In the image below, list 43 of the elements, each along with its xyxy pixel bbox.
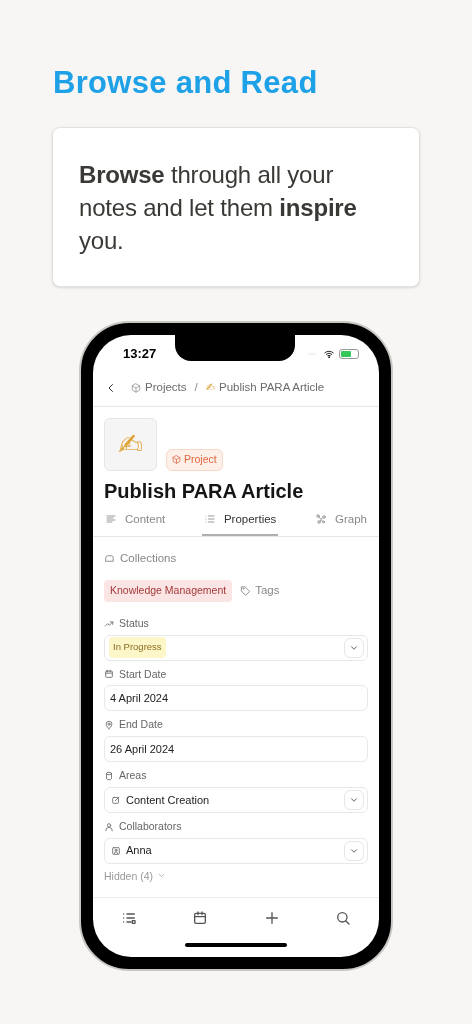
property-label: Start Date [119,666,167,682]
wifi-icon [323,348,335,359]
property-label: Collections [120,550,177,566]
select-field[interactable]: Content Creation [104,786,368,813]
tab[interactable]: Graph [313,508,369,536]
contact-icon [111,845,121,856]
search-icon[interactable] [335,909,352,926]
calendar-icon [104,669,114,680]
trend-icon [104,618,114,629]
add-tags-button[interactable]: Tags [240,582,280,600]
person-icon [104,821,114,832]
headline: Browse and Read [53,64,319,102]
breadcrumb-separator: / [194,380,198,396]
breadcrumb-link[interactable]: Projects [131,379,187,397]
tab[interactable]: Content [103,508,168,536]
cube-icon [131,383,141,393]
property-label: Collaborators [119,818,182,834]
battery-icon [339,348,359,359]
select-field[interactable]: In Progress [104,634,368,661]
graph-icon [315,513,327,526]
hidden-toggle[interactable]: Hidden (4) [104,868,167,883]
input-field[interactable]: 4 April 2024 [104,685,368,712]
edit-icon [111,794,121,805]
type-badge: Project [166,448,223,471]
page-title: Publish PARA Article [104,478,305,503]
select-field[interactable]: Anna [104,837,368,864]
property-label: End Date [119,717,163,733]
property-label: Status [119,615,149,631]
tag: Knowledge Management [104,580,233,602]
card-text: Browse through all your notes and let them inspire you. [79,159,358,256]
lines-icon [105,513,117,526]
plus-icon[interactable] [263,909,280,926]
breadcrumb-link[interactable]: ✍ Publish PARA Article [205,379,325,397]
cylinder-icon [104,770,114,781]
status-time: 13:27 [123,344,157,363]
pin-icon [104,720,114,731]
property-label: Areas [119,768,147,783]
input-field[interactable]: 26 April 2024 [104,736,368,762]
chevron-down-icon [157,871,167,880]
cube-icon [172,455,181,465]
calendar-icon[interactable] [192,909,209,926]
tab[interactable]: Properties [201,508,279,536]
tag-icon [240,585,252,597]
